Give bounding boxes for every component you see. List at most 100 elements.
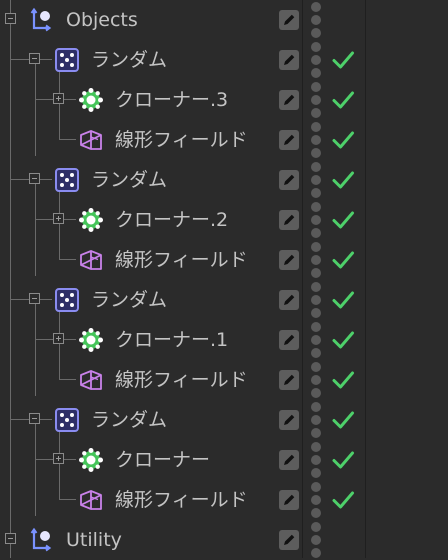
tree-row-3[interactable]: 線形フィールド: [0, 120, 448, 160]
object-dot[interactable]: [311, 68, 321, 78]
tree-row-12[interactable]: 線形フィールド: [0, 480, 448, 520]
tree-row-11[interactable]: クローナー: [0, 440, 448, 480]
edit-toggle-icon[interactable]: [279, 330, 299, 350]
tree-row-5[interactable]: クローナー.2: [0, 200, 448, 240]
tree-row-1[interactable]: ランダム: [0, 40, 448, 80]
object-dot[interactable]: [311, 228, 321, 238]
object-dot[interactable]: [311, 548, 321, 558]
collapse-toggle[interactable]: [29, 173, 40, 184]
object-name[interactable]: クローナー.1: [115, 328, 228, 352]
enabled-check-icon[interactable]: [330, 487, 356, 513]
editor-visibility-dot[interactable]: [311, 162, 321, 172]
enabled-check-icon[interactable]: [330, 207, 356, 233]
tree-row-13[interactable]: Utility: [0, 520, 448, 560]
editor-visibility-dot[interactable]: [311, 122, 321, 132]
editor-visibility-dot[interactable]: [311, 242, 321, 252]
editor-visibility-dot[interactable]: [311, 2, 321, 12]
edit-toggle-icon[interactable]: [279, 170, 299, 190]
edit-toggle-icon[interactable]: [279, 10, 299, 30]
render-visibility-dot[interactable]: [311, 175, 321, 185]
enabled-check-icon[interactable]: [330, 287, 356, 313]
enabled-check-icon[interactable]: [330, 167, 356, 193]
editor-visibility-dot[interactable]: [311, 362, 321, 372]
render-visibility-dot[interactable]: [311, 375, 321, 385]
tree-row-10[interactable]: ランダム: [0, 400, 448, 440]
edit-toggle-icon[interactable]: [279, 290, 299, 310]
tree-row-6[interactable]: 線形フィールド: [0, 240, 448, 280]
object-dot[interactable]: [311, 188, 321, 198]
object-name[interactable]: 線形フィールド: [115, 128, 248, 152]
object-dot[interactable]: [311, 508, 321, 518]
visibility-dots[interactable]: [310, 402, 322, 438]
editor-visibility-dot[interactable]: [311, 442, 321, 452]
render-visibility-dot[interactable]: [311, 455, 321, 465]
object-name[interactable]: Utility: [66, 528, 122, 552]
edit-toggle-icon[interactable]: [279, 130, 299, 150]
enabled-check-icon[interactable]: [330, 327, 356, 353]
object-name[interactable]: クローナー: [115, 448, 210, 472]
render-visibility-dot[interactable]: [311, 255, 321, 265]
editor-visibility-dot[interactable]: [311, 42, 321, 52]
object-dot[interactable]: [311, 308, 321, 318]
render-visibility-dot[interactable]: [311, 15, 321, 25]
object-dot[interactable]: [311, 388, 321, 398]
render-visibility-dot[interactable]: [311, 535, 321, 545]
editor-visibility-dot[interactable]: [311, 482, 321, 492]
render-visibility-dot[interactable]: [311, 295, 321, 305]
object-name[interactable]: Objects: [66, 8, 138, 32]
tree-row-2[interactable]: クローナー.3: [0, 80, 448, 120]
visibility-dots[interactable]: [310, 522, 322, 558]
edit-toggle-icon[interactable]: [279, 90, 299, 110]
render-visibility-dot[interactable]: [311, 495, 321, 505]
enabled-check-icon[interactable]: [330, 407, 356, 433]
render-visibility-dot[interactable]: [311, 415, 321, 425]
visibility-dots[interactable]: [310, 322, 322, 358]
object-dot[interactable]: [311, 108, 321, 118]
render-visibility-dot[interactable]: [311, 215, 321, 225]
tree-row-0[interactable]: Objects: [0, 0, 448, 40]
object-name[interactable]: クローナー.2: [115, 208, 228, 232]
enabled-check-icon[interactable]: [330, 127, 356, 153]
object-dot[interactable]: [311, 428, 321, 438]
visibility-dots[interactable]: [310, 202, 322, 238]
edit-toggle-icon[interactable]: [279, 370, 299, 390]
collapse-toggle[interactable]: [29, 413, 40, 424]
editor-visibility-dot[interactable]: [311, 202, 321, 212]
collapse-toggle[interactable]: [29, 293, 40, 304]
tree-row-8[interactable]: クローナー.1: [0, 320, 448, 360]
object-name[interactable]: ランダム: [91, 168, 167, 192]
object-name[interactable]: 線形フィールド: [115, 248, 248, 272]
editor-visibility-dot[interactable]: [311, 522, 321, 532]
object-dot[interactable]: [311, 468, 321, 478]
edit-toggle-icon[interactable]: [279, 410, 299, 430]
visibility-dots[interactable]: [310, 42, 322, 78]
collapse-toggle[interactable]: [5, 533, 16, 544]
object-dot[interactable]: [311, 148, 321, 158]
edit-toggle-icon[interactable]: [279, 250, 299, 270]
edit-toggle-icon[interactable]: [279, 50, 299, 70]
expand-toggle[interactable]: [53, 453, 64, 464]
object-name[interactable]: ランダム: [91, 408, 167, 432]
object-name[interactable]: ランダム: [91, 48, 167, 72]
render-visibility-dot[interactable]: [311, 135, 321, 145]
visibility-dots[interactable]: [310, 122, 322, 158]
render-visibility-dot[interactable]: [311, 335, 321, 345]
edit-toggle-icon[interactable]: [279, 450, 299, 470]
visibility-dots[interactable]: [310, 2, 322, 38]
expand-toggle[interactable]: [53, 93, 64, 104]
enabled-check-icon[interactable]: [330, 47, 356, 73]
object-name[interactable]: 線形フィールド: [115, 488, 248, 512]
editor-visibility-dot[interactable]: [311, 82, 321, 92]
editor-visibility-dot[interactable]: [311, 402, 321, 412]
object-name[interactable]: ランダム: [91, 288, 167, 312]
edit-toggle-icon[interactable]: [279, 530, 299, 550]
expand-toggle[interactable]: [53, 213, 64, 224]
editor-visibility-dot[interactable]: [311, 282, 321, 292]
tree-row-4[interactable]: ランダム: [0, 160, 448, 200]
collapse-toggle[interactable]: [5, 13, 16, 24]
visibility-dots[interactable]: [310, 162, 322, 198]
enabled-check-icon[interactable]: [330, 247, 356, 273]
visibility-dots[interactable]: [310, 82, 322, 118]
object-name[interactable]: 線形フィールド: [115, 368, 248, 392]
editor-visibility-dot[interactable]: [311, 322, 321, 332]
